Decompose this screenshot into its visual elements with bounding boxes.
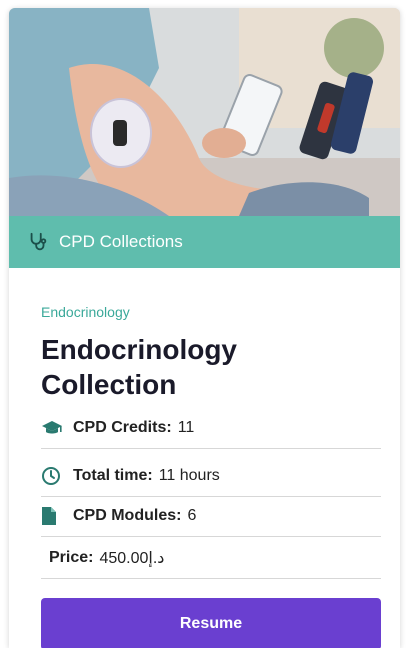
stethoscope-icon	[30, 232, 47, 251]
resume-button[interactable]: Resume	[41, 598, 381, 648]
credits-key: CPD Credits:	[73, 419, 172, 436]
document-icon	[41, 506, 65, 526]
modules-key: CPD Modules:	[73, 507, 182, 524]
price-key: Price:	[49, 549, 94, 566]
price-value: 450.00د.إ	[99, 550, 165, 567]
credits-value: 11	[177, 419, 195, 436]
time-value: 11 hours	[158, 467, 220, 484]
price-row: Price: 450.00د.إ	[41, 538, 381, 579]
detail-row-credits: CPD Credits: 11	[41, 408, 381, 449]
detail-row-modules: CPD Modules: 6	[41, 496, 381, 537]
clock-icon	[41, 466, 65, 486]
modules-value: 6	[187, 507, 197, 524]
category-banner: CPD Collections	[9, 216, 400, 268]
time-key: Total time:	[73, 467, 153, 484]
detail-row-time: Total time: 11 hours	[41, 456, 381, 497]
category-label: Endocrinology	[41, 304, 130, 320]
hero-illustration	[9, 8, 400, 216]
graduation-cap-icon	[41, 420, 65, 436]
collection-title[interactable]: Endocrinology Collection	[41, 332, 341, 402]
collection-card[interactable]: CPD Collections Endocrinology Endocrinol…	[9, 8, 400, 648]
banner-label: CPD Collections	[59, 232, 183, 251]
hero-image	[9, 8, 400, 216]
